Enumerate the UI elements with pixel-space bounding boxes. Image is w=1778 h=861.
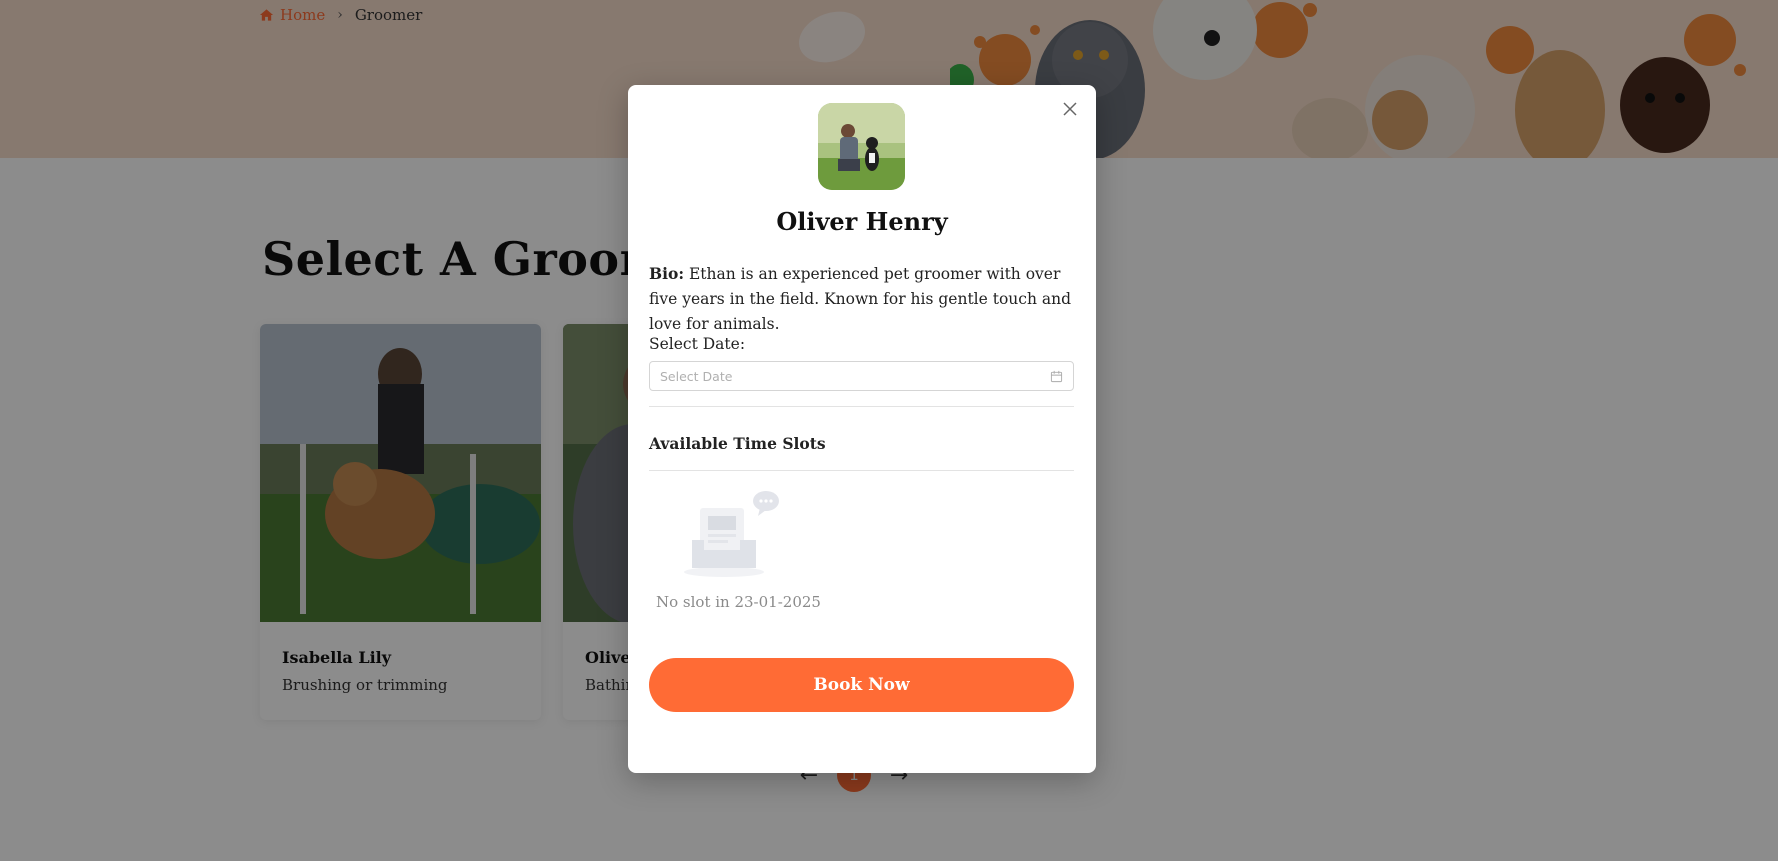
divider <box>649 406 1074 407</box>
groomer-bio: Bio: Ethan is an experienced pet groomer… <box>649 261 1075 337</box>
time-slots-title: Available Time Slots <box>649 434 826 453</box>
bio-label: Bio: <box>649 264 685 283</box>
date-picker[interactable] <box>649 361 1074 391</box>
calendar-icon[interactable] <box>1050 370 1063 383</box>
groomer-booking-modal: Oliver Henry Bio: Ethan is an experience… <box>628 85 1096 773</box>
groomer-avatar <box>818 103 905 190</box>
empty-inbox-icon <box>684 491 779 577</box>
empty-slots-message: No slot in 23-01-2025 <box>656 593 821 611</box>
modal-groomer-name: Oliver Henry <box>776 207 948 236</box>
date-input[interactable] <box>660 368 1050 384</box>
bio-text: Ethan is an experienced pet groomer with… <box>649 265 1072 333</box>
close-icon[interactable] <box>1060 99 1080 119</box>
date-label: Select Date: <box>649 335 746 353</box>
divider <box>649 470 1074 471</box>
book-now-button[interactable]: Book Now <box>649 658 1074 712</box>
